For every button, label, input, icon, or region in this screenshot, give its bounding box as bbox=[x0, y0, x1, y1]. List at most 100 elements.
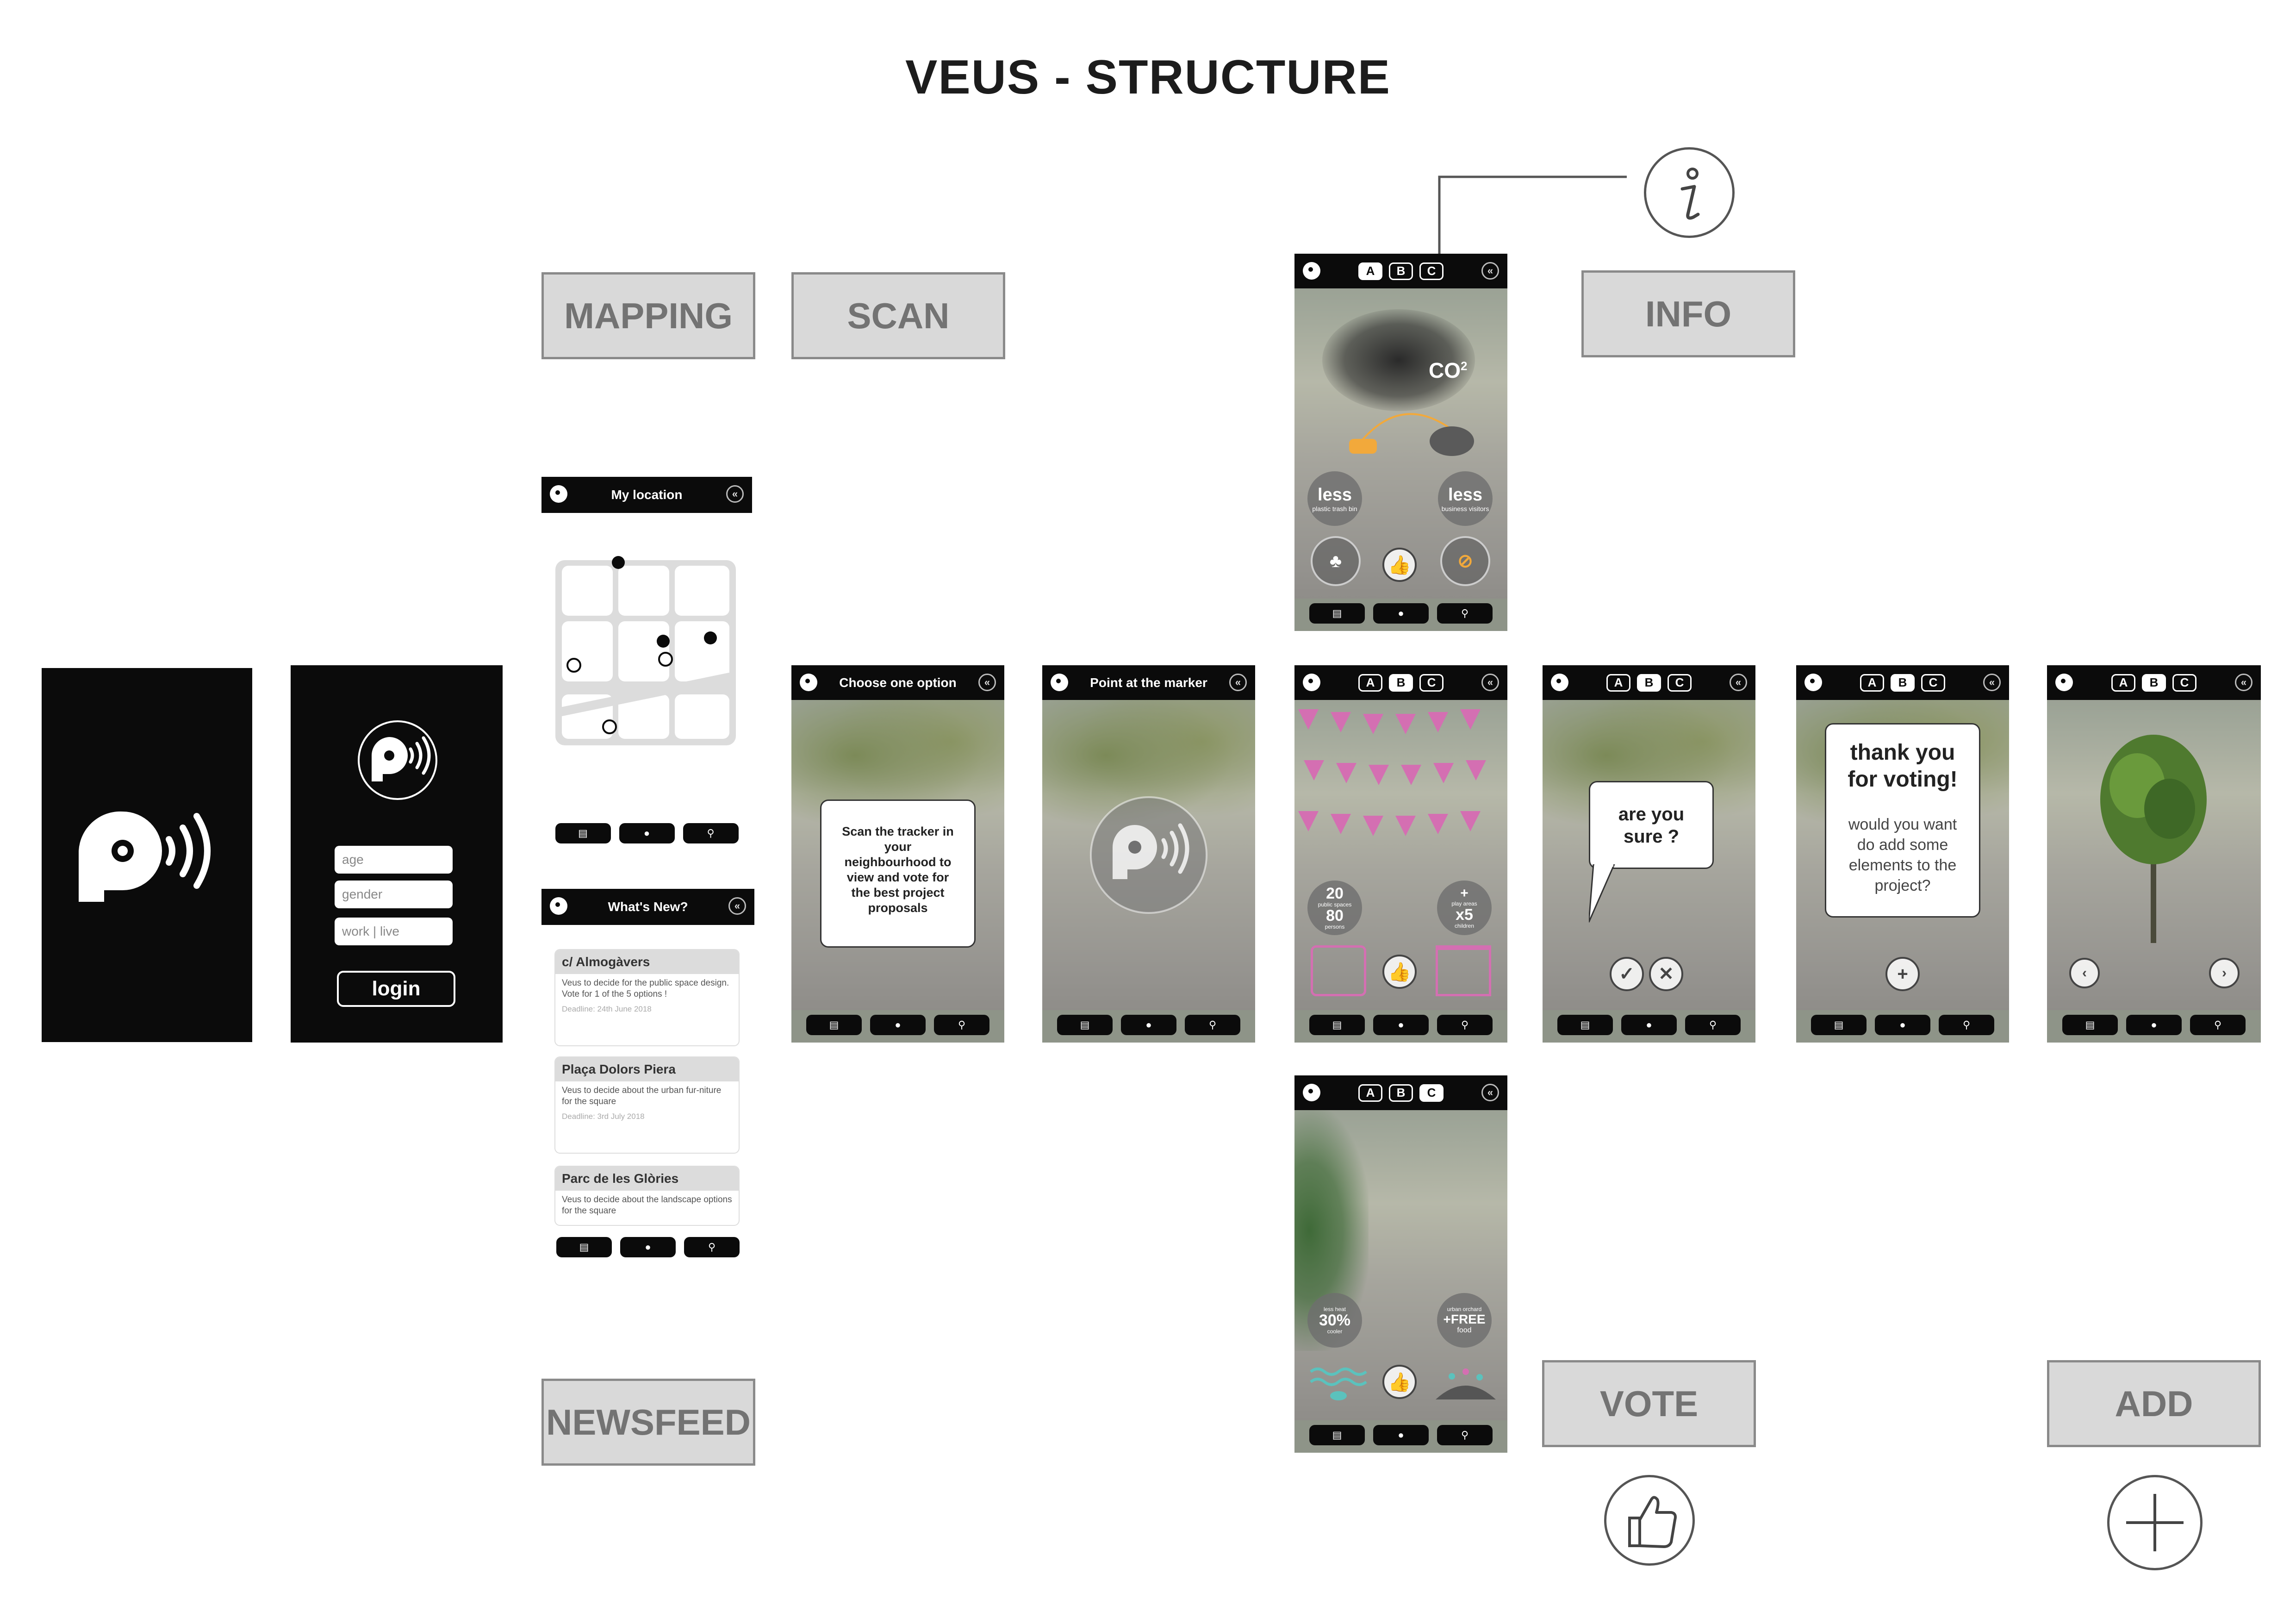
tab-c[interactable]: C bbox=[1419, 1084, 1444, 1102]
list-icon[interactable]: ▤ bbox=[1309, 1425, 1365, 1445]
search-icon[interactable]: ⚲ bbox=[1437, 1015, 1493, 1035]
gender-field[interactable]: gender bbox=[335, 881, 453, 908]
back-icon[interactable]: « bbox=[1229, 674, 1247, 691]
scan-title: Point at the marker bbox=[1090, 675, 1207, 690]
back-icon[interactable]: « bbox=[1983, 674, 2001, 691]
location-pin-icon[interactable]: ● bbox=[1373, 1015, 1429, 1035]
stat-bubble-left: less heat 30% cooler bbox=[1307, 1293, 1362, 1348]
chevron-right-icon[interactable]: › bbox=[2209, 958, 2240, 988]
location-pin-icon[interactable]: ● bbox=[1373, 603, 1429, 624]
location-pin-icon[interactable]: ● bbox=[2126, 1015, 2182, 1035]
tab-a[interactable]: A bbox=[2111, 674, 2135, 692]
news-item[interactable]: Plaça Dolors Piera Veus to decide about … bbox=[554, 1056, 740, 1154]
swing-icon bbox=[1436, 945, 1491, 996]
search-icon[interactable]: ⚲ bbox=[1939, 1015, 1994, 1035]
list-icon[interactable]: ▤ bbox=[1057, 1015, 1113, 1035]
location-pin-icon[interactable]: ● bbox=[620, 1237, 676, 1257]
back-icon[interactable]: « bbox=[1481, 1084, 1499, 1101]
section-vote: VOTE bbox=[1542, 1360, 1756, 1447]
tab-c[interactable]: C bbox=[1921, 674, 1945, 692]
search-icon[interactable]: ⚲ bbox=[684, 1237, 740, 1257]
bottom-nav: ▤ ● ⚲ bbox=[2047, 1015, 2261, 1036]
back-icon[interactable]: « bbox=[1481, 262, 1499, 280]
back-icon[interactable]: « bbox=[2235, 674, 2252, 691]
plus-icon[interactable]: + bbox=[1885, 957, 1920, 991]
cross-icon[interactable]: ✕ bbox=[1649, 957, 1683, 991]
login-screen: age gender work | live login bbox=[291, 665, 503, 1043]
confirm-bubble: are you sure ? bbox=[1589, 781, 1714, 869]
list-icon[interactable]: ▤ bbox=[555, 823, 611, 843]
thumbs-up-icon[interactable]: 👍 bbox=[1382, 548, 1417, 582]
tab-c[interactable]: C bbox=[2172, 674, 2196, 692]
news-title: What's New? bbox=[608, 899, 688, 914]
news-item[interactable]: Parc de les Glòries Veus to decide about… bbox=[554, 1166, 740, 1226]
location-pin-icon[interactable]: ● bbox=[1121, 1015, 1176, 1035]
login-button[interactable]: login bbox=[337, 971, 455, 1007]
tab-a[interactable]: A bbox=[1606, 674, 1630, 692]
tab-b[interactable]: B bbox=[1389, 262, 1413, 280]
page-title: VEUS - STRUCTURE bbox=[905, 50, 1391, 104]
chevron-left-icon[interactable]: ‹ bbox=[2069, 958, 2100, 988]
thumbs-up-icon[interactable]: 👍 bbox=[1382, 955, 1417, 989]
list-icon[interactable]: ▤ bbox=[806, 1015, 862, 1035]
list-icon[interactable]: ▤ bbox=[1557, 1015, 1613, 1035]
search-icon[interactable]: ⚲ bbox=[1437, 1425, 1493, 1445]
news-item-body: Veus to decide about the landscape optio… bbox=[562, 1195, 732, 1216]
search-icon[interactable]: ⚲ bbox=[1185, 1015, 1240, 1035]
back-icon[interactable]: « bbox=[978, 674, 996, 691]
search-icon[interactable]: ⚲ bbox=[934, 1015, 989, 1035]
list-icon[interactable]: ▤ bbox=[1309, 1015, 1365, 1035]
back-icon[interactable]: « bbox=[1481, 674, 1499, 691]
search-icon[interactable]: ⚲ bbox=[1685, 1015, 1741, 1035]
tab-b[interactable]: B bbox=[1637, 674, 1661, 692]
tab-a[interactable]: A bbox=[1358, 1084, 1382, 1102]
location-pin-icon[interactable]: ● bbox=[1875, 1015, 1930, 1035]
list-icon[interactable]: ▤ bbox=[2062, 1015, 2118, 1035]
list-icon[interactable]: ▤ bbox=[556, 1237, 612, 1257]
back-icon[interactable]: « bbox=[1730, 674, 1747, 691]
newsfeed-screen: What's New? « c/ Almogàvers Veus to deci… bbox=[541, 889, 754, 1265]
search-icon[interactable]: ⚲ bbox=[1437, 603, 1493, 624]
location-pin-icon[interactable]: ● bbox=[870, 1015, 926, 1035]
tree-element[interactable] bbox=[2093, 730, 2214, 943]
location-pin-icon[interactable]: ● bbox=[619, 823, 675, 843]
list-icon[interactable]: ▤ bbox=[1309, 603, 1365, 624]
no-bag-icon: ⊘ bbox=[1440, 536, 1490, 586]
back-icon[interactable]: « bbox=[726, 485, 744, 503]
news-topbar: What's New? « bbox=[541, 889, 754, 925]
news-item-body: Veus to decide about the urban fur-nitur… bbox=[562, 1086, 722, 1106]
back-icon[interactable]: « bbox=[728, 897, 746, 915]
tab-a[interactable]: A bbox=[1358, 262, 1382, 280]
map-title: My location bbox=[611, 487, 683, 502]
tab-b[interactable]: B bbox=[1891, 674, 1915, 692]
bottom-nav: ▤ ● ⚲ bbox=[791, 1015, 1004, 1036]
option-tabs: A B C bbox=[1796, 665, 2009, 700]
age-field[interactable]: age bbox=[335, 846, 453, 874]
pennant-garland bbox=[1294, 700, 1507, 894]
neighbourhood-map[interactable] bbox=[551, 556, 740, 764]
veus-marker-icon[interactable] bbox=[1089, 795, 1209, 915]
tab-b[interactable]: B bbox=[1389, 674, 1413, 692]
info-icon bbox=[1644, 147, 1735, 238]
bottom-nav: ▤ ● ⚲ bbox=[1294, 603, 1507, 625]
tab-a[interactable]: A bbox=[1860, 674, 1884, 692]
choose-title: Choose one option bbox=[839, 675, 957, 690]
check-icon[interactable]: ✓ bbox=[1610, 957, 1644, 991]
map-topbar: My location « bbox=[541, 477, 752, 513]
list-icon[interactable]: ▤ bbox=[1811, 1015, 1867, 1035]
location-pin-icon[interactable]: ● bbox=[1621, 1015, 1677, 1035]
tab-c[interactable]: C bbox=[1668, 674, 1692, 692]
tab-c[interactable]: C bbox=[1419, 262, 1444, 280]
news-item[interactable]: c/ Almogàvers Veus to decide for the pub… bbox=[554, 949, 740, 1046]
thumbs-up-icon[interactable]: 👍 bbox=[1382, 1365, 1417, 1399]
tab-c[interactable]: C bbox=[1419, 674, 1444, 692]
location-pin-icon[interactable]: ● bbox=[1373, 1425, 1429, 1445]
bottom-nav: ▤ ● ⚲ bbox=[541, 1237, 754, 1258]
tab-a[interactable]: A bbox=[1358, 674, 1382, 692]
search-icon[interactable]: ⚲ bbox=[2190, 1015, 2246, 1035]
tab-b[interactable]: B bbox=[2142, 674, 2166, 692]
section-newsfeed: NEWSFEED bbox=[541, 1379, 755, 1466]
tab-b[interactable]: B bbox=[1389, 1084, 1413, 1102]
search-icon[interactable]: ⚲ bbox=[683, 823, 739, 843]
work-live-field[interactable]: work | live bbox=[335, 918, 453, 945]
